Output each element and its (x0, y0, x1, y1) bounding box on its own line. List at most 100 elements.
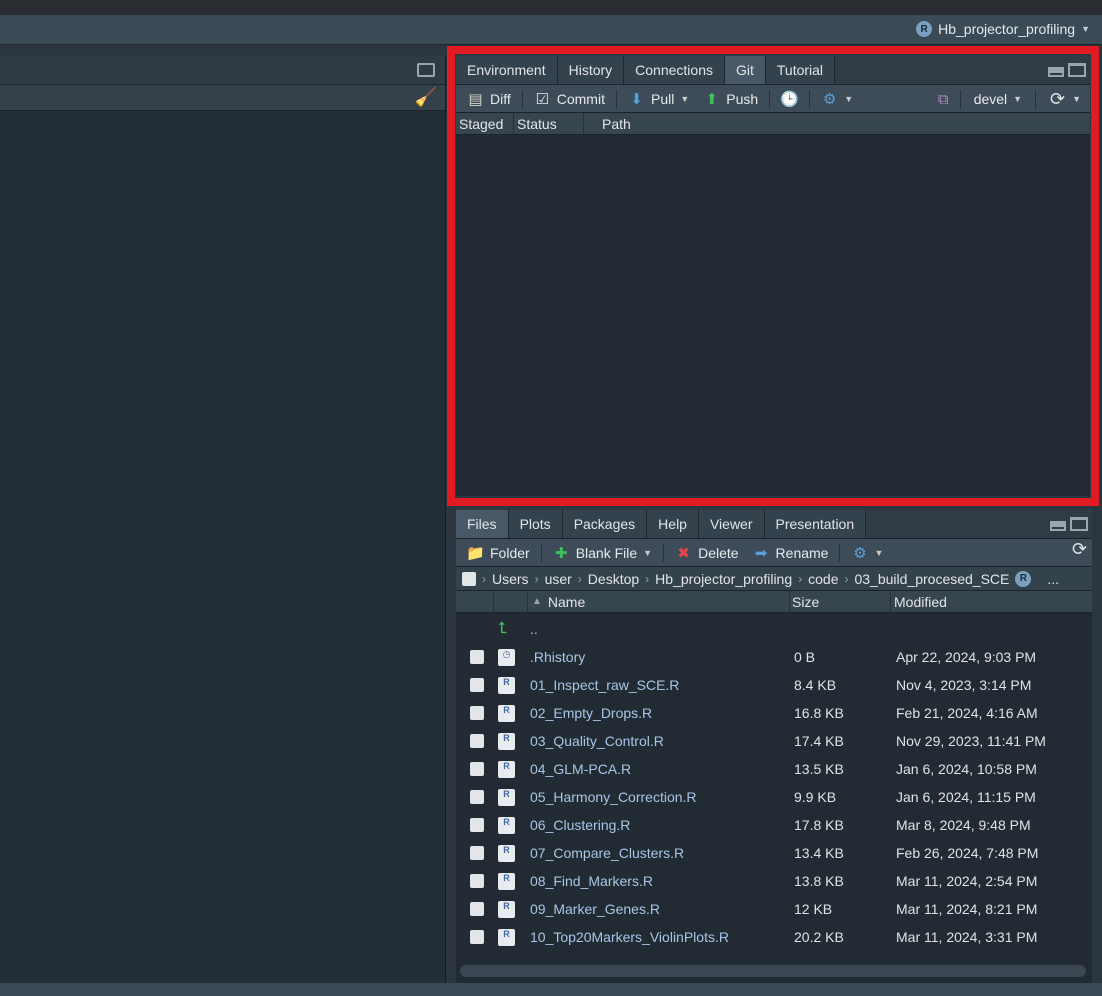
breadcrumb-desktop[interactable]: Desktop (588, 571, 639, 587)
minimize-pane-icon[interactable] (1050, 521, 1066, 531)
file-name[interactable]: 08_Find_Markers.R (530, 873, 792, 889)
file-row[interactable]: R 04_GLM-PCA.R 13.5 KB Jan 6, 2024, 10:58 P… (456, 755, 1092, 783)
refresh-button[interactable]: ⟳ ▼ (1044, 87, 1086, 111)
rename-icon: ➡ (754, 544, 768, 562)
tab-plots[interactable]: Plots (508, 510, 563, 538)
file-name[interactable]: 09_Marker_Genes.R (530, 901, 792, 917)
file-row[interactable]: R 08_Find_Markers.R 13.8 KB Mar 11, 2024, 2… (456, 867, 1092, 895)
horizontal-scrollbar[interactable] (460, 965, 1086, 977)
tab-git[interactable]: Git (724, 56, 766, 84)
tab-connections[interactable]: Connections (624, 56, 725, 84)
diff-button[interactable]: ▤ Diff (462, 87, 516, 111)
file-checkbox[interactable] (470, 874, 484, 888)
tab-packages[interactable]: Packages (562, 510, 648, 538)
tab-presentation[interactable]: Presentation (764, 510, 867, 538)
history-button[interactable]: 🕒 (776, 87, 803, 111)
breadcrumb-project[interactable]: Hb_projector_profiling (655, 571, 792, 587)
diff-label: Diff (490, 90, 511, 107)
file-row[interactable]: R 02_Empty_Drops.R 16.8 KB Feb 21, 2024, 4:… (456, 699, 1092, 727)
maximize-pane-icon[interactable] (1068, 63, 1086, 77)
file-row[interactable]: R 05_Harmony_Correction.R 9.9 KB Jan 6, 202… (456, 783, 1092, 811)
breadcrumb-more[interactable]: ... (1047, 571, 1059, 587)
chevron-down-icon[interactable]: ▼ (680, 94, 689, 104)
file-checkbox[interactable] (470, 678, 484, 692)
tab-help[interactable]: Help (647, 510, 699, 538)
file-modified: Jan 6, 2024, 11:15 PM (896, 789, 1036, 805)
breadcrumb-code[interactable]: code (808, 571, 838, 587)
file-checkbox[interactable] (470, 734, 484, 748)
file-name[interactable]: 02_Empty_Drops.R (530, 705, 792, 721)
file-size: 17.8 KB (794, 817, 844, 833)
status-bar (0, 983, 1102, 996)
file-row[interactable]: R 03_Quality_Control.R 17.4 KB Nov 29, 2023… (456, 727, 1092, 755)
minimize-pane-icon[interactable] (1048, 67, 1064, 77)
tab-viewer[interactable]: Viewer (698, 510, 765, 538)
tab-tutorial[interactable]: Tutorial (765, 56, 836, 84)
file-checkbox[interactable] (470, 818, 484, 832)
new-branch-icon[interactable]: ⧉ (935, 91, 952, 108)
file-row[interactable]: R 06_Clustering.R 17.8 KB Mar 8, 2024, 9:48… (456, 811, 1092, 839)
file-name[interactable]: 07_Compare_Clusters.R (530, 845, 792, 861)
breadcrumb-current[interactable]: 03_build_procesed_SCE (854, 571, 1009, 587)
file-checkbox[interactable] (470, 930, 484, 944)
column-size[interactable]: Size (790, 591, 891, 612)
parent-dir-label[interactable]: .. (530, 621, 792, 637)
file-size: 13.5 KB (794, 761, 844, 777)
rename-button[interactable]: ➡ Rename (748, 541, 834, 565)
file-name[interactable]: 01_Inspect_raw_SCE.R (530, 677, 792, 693)
project-menu[interactable]: R Hb_projector_profiling ▼ (916, 21, 1090, 37)
refresh-icon[interactable]: ⟳ (1071, 539, 1088, 559)
r-file-icon: R (498, 928, 515, 946)
tab-files[interactable]: Files (456, 510, 509, 538)
pull-button[interactable]: ⬇ Pull ▼ (623, 87, 694, 111)
broom-icon[interactable]: 🧹 (415, 87, 437, 108)
git-pane-tabs: Environment History Connections Git Tuto… (456, 55, 1090, 85)
more-git-options-button[interactable]: ⚙ ▼ (816, 87, 858, 111)
parent-dir-row[interactable]: ⮤ .. (456, 615, 1092, 643)
file-checkbox[interactable] (470, 846, 484, 860)
push-button[interactable]: ⬆ Push (698, 87, 763, 111)
blank-file-button[interactable]: ✚ Blank File ▼ (548, 541, 657, 565)
tab-environment[interactable]: Environment (456, 56, 558, 84)
file-row[interactable]: R 01_Inspect_raw_SCE.R 8.4 KB Nov 4, 2023, … (456, 671, 1092, 699)
column-name[interactable]: ▲ Name (528, 591, 790, 612)
delete-label: Delete (698, 544, 739, 561)
files-table-header: ▲ Name Size Modified (456, 591, 1092, 613)
new-folder-button[interactable]: 📁 Folder (462, 541, 535, 565)
file-name[interactable]: 05_Harmony_Correction.R (530, 789, 792, 805)
rename-label: Rename (775, 544, 829, 561)
file-name[interactable]: 04_GLM-PCA.R (530, 761, 792, 777)
branch-selector[interactable]: devel ▼ (969, 87, 1027, 111)
file-checkbox[interactable] (470, 790, 484, 804)
column-modified[interactable]: Modified (891, 591, 1092, 612)
breadcrumb-users[interactable]: Users (492, 571, 529, 587)
restore-pane-icon[interactable] (417, 63, 435, 77)
file-name[interactable]: .Rhistory (530, 649, 792, 665)
column-status[interactable]: Status (514, 113, 584, 134)
file-row[interactable]: ◷ .Rhistory 0 B Apr 22, 2024, 9:03 PM (456, 643, 1092, 671)
file-row[interactable]: R 09_Marker_Genes.R 12 KB Mar 11, 2024, 8:2… (456, 895, 1092, 923)
r-project-icon[interactable]: R (1015, 570, 1032, 587)
file-name[interactable]: 10_Top20Markers_ViolinPlots.R (530, 929, 792, 945)
delete-button[interactable]: ✖ Delete (670, 541, 743, 565)
pull-arrow-icon: ⬇ (630, 90, 643, 108)
file-name[interactable]: 03_Quality_Control.R (530, 733, 792, 749)
file-checkbox[interactable] (470, 902, 484, 916)
commit-button[interactable]: ☑ Commit (529, 87, 610, 111)
column-staged[interactable]: Staged (456, 113, 514, 134)
column-path[interactable]: Path (584, 113, 1090, 134)
file-modified: Mar 11, 2024, 2:54 PM (896, 873, 1038, 889)
file-checkbox[interactable] (470, 762, 484, 776)
tab-history[interactable]: History (557, 56, 625, 84)
file-modified: Jan 6, 2024, 10:58 PM (896, 761, 1037, 777)
file-row[interactable]: R 10_Top20Markers_ViolinPlots.R 20.2 KB Mar… (456, 923, 1092, 951)
file-name[interactable]: 06_Clustering.R (530, 817, 792, 833)
file-checkbox[interactable] (470, 650, 484, 664)
breadcrumb-user[interactable]: user (545, 571, 572, 587)
maximize-pane-icon[interactable] (1070, 517, 1088, 531)
file-row[interactable]: R 07_Compare_Clusters.R 13.4 KB Feb 26, 202… (456, 839, 1092, 867)
file-size: 12 KB (794, 901, 833, 917)
more-file-options-button[interactable]: ⚙ ▼ (846, 541, 888, 565)
file-checkbox[interactable] (470, 706, 484, 720)
select-all-checkbox[interactable] (462, 571, 476, 586)
